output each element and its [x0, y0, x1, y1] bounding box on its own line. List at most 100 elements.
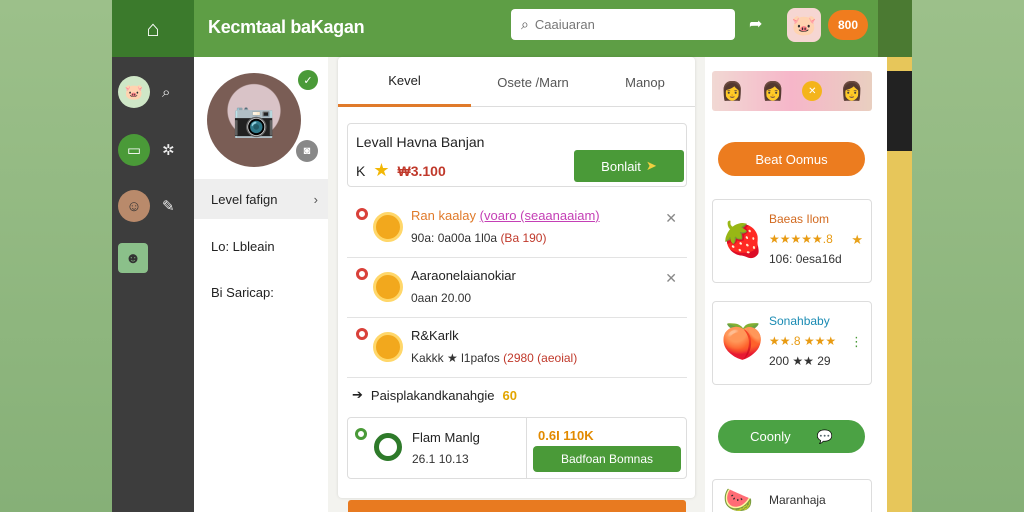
bonus-button[interactable]: Badfoan Bomnas	[533, 446, 681, 472]
status-dot-icon	[355, 428, 367, 440]
tab-bar: Kevel Osete /Marn Manop	[338, 57, 695, 107]
promo-row[interactable]: ➔ Paisplakandkanahgie 60	[352, 387, 517, 403]
star-icon: ★	[851, 232, 863, 247]
level-box: Levall Havna Banjan K ★ ₩3.100 Bonlait ➤	[347, 123, 687, 187]
profile-menu-label: Lo: Lbleain	[211, 238, 275, 254]
profile-menu-level[interactable]: Level fafign ›	[194, 179, 328, 219]
pig-avatar[interactable]: 🐷	[787, 8, 821, 42]
product-name: Sonahbaby	[769, 314, 830, 328]
bottom-orange-bar[interactable]	[348, 500, 686, 512]
close-icon[interactable]: ✕	[665, 210, 677, 227]
product-rating: ★★★★★.8	[769, 232, 833, 246]
tab-kevel[interactable]: Kevel	[338, 57, 471, 107]
app-title: Kecmtaal baKagan	[208, 17, 365, 37]
decorative-block	[887, 71, 912, 151]
item-detail-red: (Ba 190)	[500, 231, 547, 245]
product-name: Baeas Ilom	[769, 212, 830, 226]
camera-badge-icon[interactable]: ◙	[296, 140, 318, 162]
item-detail-main: Kakkk ★ l1pafos	[411, 351, 500, 365]
product-name: Maranhaja	[769, 493, 826, 507]
pig-avatar: 🐷	[118, 76, 150, 108]
item-detail: Kakkk ★ l1pafos (2980 (aeoial)	[411, 351, 577, 365]
close-icon[interactable]: ✕	[802, 81, 823, 101]
bonus-amount: 0.6I 110K	[538, 428, 594, 443]
level-price: ₩3.100	[397, 162, 446, 179]
item-title-link[interactable]: (voaro (seaanaaiam)	[480, 208, 600, 223]
avatar: 👩	[721, 80, 744, 101]
item-title: R&Karlk	[411, 328, 459, 343]
arrow-right-icon: ➤	[645, 158, 657, 173]
chat-icon: ▭	[118, 134, 150, 166]
search-input[interactable]: ⌕ Caaiuaran	[511, 9, 735, 40]
list-item[interactable]: Aaraonelaianokiar 0aan 20.00 ✕	[347, 258, 687, 318]
top-bar: ⌂ Kecmtaal baKagan ⌕ Caaiuaran ➦ 🐷 800	[112, 0, 912, 57]
peach-icon: 🍑	[721, 323, 764, 361]
profile-menu-label: Level fafign	[211, 191, 278, 207]
item-detail: 0aan 20.00	[411, 291, 472, 305]
ring-icon	[374, 433, 402, 461]
raspberry-icon: 🍓	[721, 221, 764, 259]
home-button[interactable]: ⌂	[112, 0, 194, 57]
rail-item-user[interactable]: ☺ ✎	[118, 188, 188, 224]
rail-item-photo[interactable]: ☻	[118, 240, 188, 276]
product-card-mini[interactable]: 🍉 Maranhaja	[712, 479, 872, 512]
star-icon: ★	[373, 160, 390, 180]
beat-bonus-button[interactable]: Beat Oomus	[718, 142, 865, 176]
settings-icon[interactable]: ✲	[162, 141, 175, 159]
list-item[interactable]: Ran kaalay (voaro (seaanaaiam) 90a: 0a00…	[347, 198, 687, 258]
tab-osete-marn[interactable]: Osete /Marn	[471, 57, 595, 107]
item-title: Ran kaalay (voaro (seaanaaiam)	[411, 208, 600, 223]
background-right	[912, 0, 1024, 512]
item-detail-main: 90a: 0a00a 1l0a	[411, 231, 498, 245]
item-detail: 90a: 0a00a 1l0a (Ba 190)	[411, 231, 546, 245]
edit-badge-icon[interactable]: ✓	[298, 70, 318, 90]
share-icon[interactable]: ➦	[749, 14, 762, 34]
profile-panel: 📷 ✓ ◙ Level fafign › Lo: Lbleain Bi Sari…	[194, 57, 328, 512]
item-title: Aaraonelaianokiar	[411, 268, 516, 283]
search-icon[interactable]: ⌕	[162, 84, 170, 101]
edit-icon[interactable]: ✎	[162, 197, 175, 215]
avatar-strip[interactable]: 👩 👩 ✕ 👩	[712, 71, 872, 111]
promo-badge: 60	[502, 387, 517, 403]
level-price-row: K ★ ₩3.100	[356, 160, 446, 181]
tab-manop[interactable]: Manop	[595, 57, 695, 107]
profile-menu-item-3[interactable]: Bi Saricap:	[194, 272, 328, 312]
coins-badge[interactable]: 800	[828, 10, 868, 40]
chat-bubble-icon: 💬	[816, 428, 833, 444]
coonly-label: Coonly	[750, 429, 791, 444]
bonus-sub: 26.1 10.13	[412, 452, 469, 466]
main-card: Kevel Osete /Marn Manop Levall Havna Ban…	[338, 57, 695, 498]
product-price: 200 ★★ 29	[769, 354, 831, 368]
status-dot-icon	[356, 328, 368, 340]
profile-menu-label: Bi Saricap:	[211, 284, 274, 300]
search-icon: ⌕	[521, 16, 529, 32]
level-title: Levall Havna Banjan	[356, 134, 485, 150]
app-window: ⌂ Kecmtaal baKagan ⌕ Caaiuaran ➦ 🐷 800 🐷…	[112, 0, 912, 512]
list-item[interactable]: R&Karlk Kakkk ★ l1pafos (2980 (aeoial)	[347, 318, 687, 378]
coin-icon	[373, 332, 403, 362]
promo-label: Paisplakandkanahgie	[370, 387, 495, 403]
profile-menu-item-2[interactable]: Lo: Lbleain	[194, 226, 328, 266]
product-card[interactable]: 🍑 Sonahbaby ★★.8 ★★★ 200 ★★ 29 ⋮	[712, 301, 872, 385]
left-rail: 🐷 ⌕ ▭ ✲ ☺ ✎ ☻	[112, 57, 194, 512]
product-price: 106: 0esa16d	[769, 252, 842, 266]
rail-item-pig[interactable]: 🐷 ⌕	[118, 74, 188, 110]
home-icon: ⌂	[146, 15, 160, 41]
coonly-button[interactable]: Coonly 💬	[718, 420, 865, 453]
photo-avatar: ☻	[118, 243, 148, 273]
status-dot-icon	[356, 268, 368, 280]
profile-photo[interactable]: 📷	[207, 73, 301, 167]
avatar: 👩	[840, 80, 863, 101]
fruit-icon: 🍉	[723, 487, 753, 512]
bonus-title: Flam Manlg	[412, 430, 480, 445]
rail-item-chat[interactable]: ▭ ✲	[118, 132, 188, 168]
right-sidebar: 👩 👩 ✕ 👩 Beat Oomus 🍓 Baeas Ilom ★★★★★.8 …	[705, 57, 887, 512]
avatar: 👩	[761, 80, 785, 101]
product-card[interactable]: 🍓 Baeas Ilom ★★★★★.8 106: 0esa16d ★	[712, 199, 872, 283]
bonlait-button[interactable]: Bonlait ➤	[574, 150, 684, 182]
coin-icon	[373, 212, 403, 242]
close-icon[interactable]: ✕	[665, 270, 677, 287]
bonlait-label: Bonlait	[601, 158, 641, 174]
more-icon[interactable]: ⋮	[850, 334, 863, 350]
item-title-main: Ran kaalay	[411, 208, 477, 223]
